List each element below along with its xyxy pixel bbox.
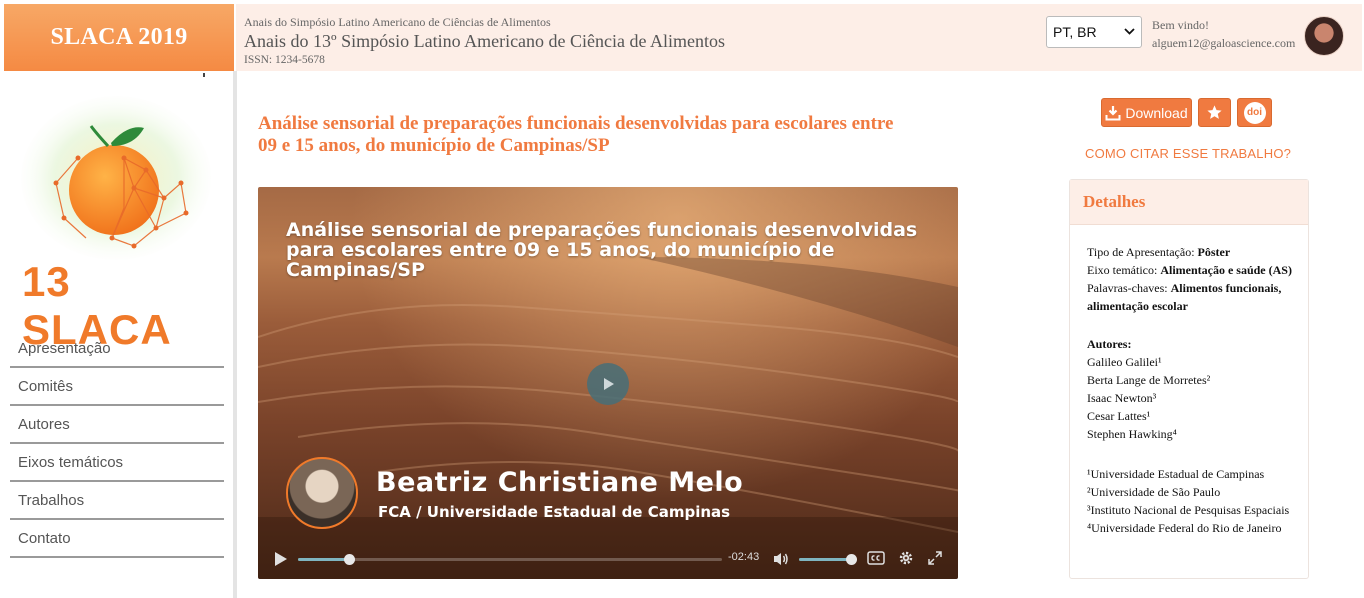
top-bar: Anais do Simpósio Latino Americano de Ci… bbox=[236, 4, 1362, 71]
time-remaining: -02:43 bbox=[728, 551, 760, 563]
seek-progress bbox=[298, 558, 349, 561]
details-panel: Detalhes Tipo de Apresentação: Pôster Ei… bbox=[1069, 179, 1309, 579]
video-controls: -02:43 bbox=[258, 539, 958, 579]
theme-label: Eixo temático: bbox=[1087, 263, 1161, 277]
video-title-line-2: para escolares entre 09 e 15 anos, do mu… bbox=[286, 239, 835, 261]
author-item: Berta Lange de Morretes² bbox=[1087, 373, 1211, 387]
video-title-line-1: Análise sensorial de preparações funcion… bbox=[286, 219, 918, 241]
play-button[interactable] bbox=[587, 363, 629, 405]
event-logo: 13 SLACA bbox=[16, 88, 216, 353]
affiliation-item: ⁴Universidade Federal do Rio de Janeiro bbox=[1087, 521, 1282, 535]
video-player[interactable]: Análise sensorial de preparações funcion… bbox=[258, 187, 958, 579]
nav-item-trabalhos[interactable]: Trabalhos bbox=[10, 482, 224, 520]
authors-heading: Autores: bbox=[1087, 335, 1296, 353]
nav-item-contato[interactable]: Contato bbox=[10, 520, 224, 558]
presenter-institution: FCA / Universidade Estadual de Campinas bbox=[378, 503, 731, 521]
download-label: Download bbox=[1125, 104, 1188, 121]
language-value: PT, BR bbox=[1053, 24, 1097, 40]
presenter-photo bbox=[286, 457, 358, 529]
fullscreen-icon bbox=[928, 551, 942, 565]
captions-icon bbox=[867, 551, 885, 565]
keywords-label: Palavras-chaves: bbox=[1087, 281, 1171, 295]
control-play-button[interactable] bbox=[274, 551, 288, 572]
article-title: Análise sensorial de preparações funcion… bbox=[258, 113, 908, 157]
video-title-line-3: Campinas/SP bbox=[286, 259, 425, 281]
affiliation-item: ³Instituto Nacional de Pesquisas Espacia… bbox=[1087, 503, 1290, 517]
article-title-line-1: Análise sensorial de preparações funcion… bbox=[258, 113, 894, 134]
cite-link[interactable]: COMO CITAR ESSE TRABALHO? bbox=[1085, 146, 1291, 161]
volume-handle[interactable] bbox=[846, 554, 857, 565]
fullscreen-button[interactable] bbox=[927, 550, 943, 571]
download-button[interactable]: Download bbox=[1101, 98, 1192, 127]
seek-bar[interactable] bbox=[298, 554, 722, 565]
welcome-text: Bem vindo! bbox=[1152, 18, 1209, 32]
keywords-value-1: Alimentos funcionais, bbox=[1170, 281, 1282, 295]
volume-slider[interactable] bbox=[799, 554, 857, 565]
seek-handle[interactable] bbox=[343, 554, 355, 565]
authors-heading-text: Autores: bbox=[1087, 337, 1132, 351]
brand-label: SLACA 2019 bbox=[50, 24, 188, 50]
captions-button[interactable] bbox=[867, 551, 885, 570]
star-icon bbox=[1207, 105, 1222, 119]
user-avatar[interactable] bbox=[1304, 16, 1344, 56]
presentation-type-label: Tipo de Apresentação: bbox=[1087, 245, 1198, 259]
presenter-name: Beatriz Christiane Melo bbox=[376, 467, 744, 498]
sidebar-nav: Apresentação Comitês Autores Eixos temát… bbox=[10, 330, 224, 558]
author-item: Cesar Lattes¹ bbox=[1087, 409, 1151, 423]
download-icon bbox=[1105, 105, 1121, 120]
theme-value: Alimentação e saúde (AS) bbox=[1160, 263, 1292, 277]
tick-mark bbox=[203, 73, 205, 77]
nav-item-eixos-tematicos[interactable]: Eixos temáticos bbox=[10, 444, 224, 482]
keywords-cont: alimentação escolar bbox=[1087, 297, 1296, 315]
author-item: Isaac Newton³ bbox=[1087, 391, 1157, 405]
details-heading: Detalhes bbox=[1070, 180, 1308, 225]
publication-title[interactable]: Anais do 13º Simpósio Latino Americano d… bbox=[244, 31, 725, 52]
details-body: Tipo de Apresentação: Pôster Eixo temáti… bbox=[1070, 225, 1308, 537]
favorite-button[interactable] bbox=[1198, 98, 1231, 127]
play-icon bbox=[604, 378, 614, 390]
nav-item-autores[interactable]: Autores bbox=[10, 406, 224, 444]
video-overlay-title: Análise sensorial de preparações funcion… bbox=[286, 220, 946, 280]
author-item: Stephen Hawking⁴ bbox=[1087, 427, 1177, 441]
keywords-value-2: alimentação escolar bbox=[1087, 299, 1188, 313]
publication-series: Anais do Simpósio Latino Americano de Ci… bbox=[244, 15, 551, 29]
orange-network-logo-icon bbox=[21, 96, 211, 260]
brand-logo-button[interactable]: SLACA 2019 bbox=[4, 4, 234, 71]
language-select[interactable]: PT, BR bbox=[1046, 16, 1142, 48]
affiliation-item: ¹Universidade Estadual de Campinas bbox=[1087, 467, 1265, 481]
nav-item-comites[interactable]: Comitês bbox=[10, 368, 224, 406]
doi-button[interactable]: doi bbox=[1237, 98, 1272, 127]
article-title-line-2: 09 e 15 anos, do município de Campinas/S… bbox=[258, 135, 610, 156]
doi-icon: doi bbox=[1243, 101, 1266, 124]
play-icon bbox=[275, 552, 287, 566]
presentation-type-value: Pôster bbox=[1197, 245, 1231, 259]
volume-button[interactable] bbox=[772, 550, 790, 573]
volume-level bbox=[799, 558, 851, 561]
keywords: Palavras-chaves: Alimentos funcionais, bbox=[1087, 279, 1296, 297]
sidebar-divider bbox=[233, 71, 237, 598]
chevron-down-icon bbox=[1124, 26, 1135, 38]
publication-issn: ISSN: 1234-5678 bbox=[244, 54, 325, 66]
settings-button[interactable] bbox=[898, 550, 914, 571]
affiliation-item: ²Universidade de São Paulo bbox=[1087, 485, 1221, 499]
volume-icon bbox=[774, 553, 788, 565]
presentation-type: Tipo de Apresentação: Pôster bbox=[1087, 243, 1296, 261]
theme: Eixo temático: Alimentação e saúde (AS) bbox=[1087, 261, 1296, 279]
nav-item-apresentacao[interactable]: Apresentação bbox=[10, 330, 224, 368]
user-email[interactable]: alguem12@galoascience.com bbox=[1152, 36, 1295, 51]
author-item: Galileo Galilei¹ bbox=[1087, 355, 1162, 369]
gear-icon bbox=[899, 551, 913, 565]
